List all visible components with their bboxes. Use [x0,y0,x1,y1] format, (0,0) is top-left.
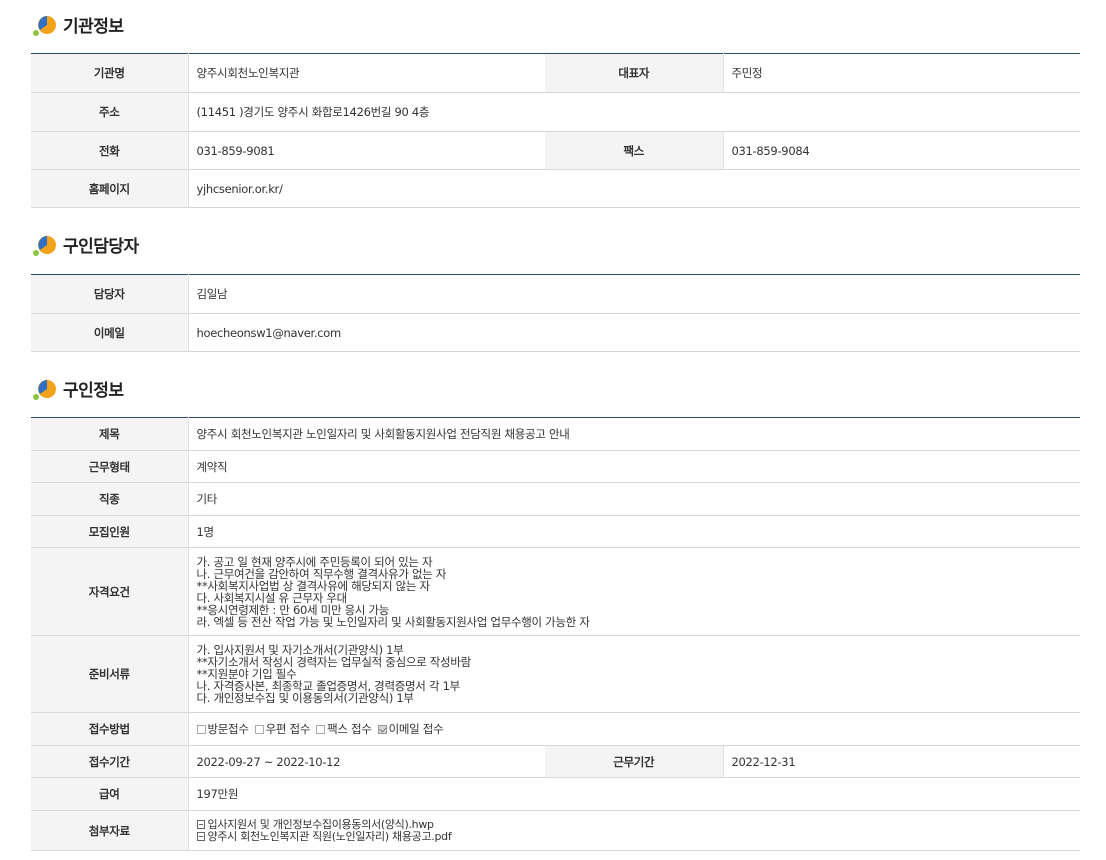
email-value: hoecheonsw1@naver.com [188,313,1080,352]
file-icon [196,820,205,829]
attachments-label: 첨부자료 [31,810,189,851]
requirements-label: 자격요건 [31,547,189,636]
table-row: 접수방법 방문접수 우편 접수 팩스 접수 이메일 접수 [31,712,1081,746]
phone-label: 전화 [31,131,189,170]
fax-label: 팩스 [545,131,724,170]
section-bullet-icon [31,231,57,257]
section-header-contact: 구인담당자 [31,230,139,258]
requirement-line: **응시연령제한 : 만 60세 미만 응시 가능 [196,602,390,617]
section-title: 구인정보 [63,380,124,401]
method-email-option: 이메일 접수 [377,722,444,736]
section-bullet-icon [31,11,57,37]
job-category-label: 직종 [31,482,189,516]
address-value: (11451 )경기도 양주시 화합로1426번길 90 4층 [188,92,1080,132]
homepage-link[interactable]: yjhcsenior.or.kr/ [188,169,1080,208]
table-row: 자격요건 가. 공고 일 현재 양주시에 주민등록이 되어 있는 자 나. 근무… [31,547,1081,636]
documents-label: 준비서류 [31,635,189,713]
salary-value: 197만원 [188,777,1081,811]
checkbox-label: 이메일 접수 [388,722,444,736]
checkbox-post[interactable] [254,725,264,734]
homepage-label: 홈페이지 [31,169,189,208]
method-post-option: 우편 접수 [254,722,311,736]
work-type-value: 계약직 [188,450,1081,483]
job-title-label: 제목 [31,417,189,451]
checkbox-label: 방문접수 [207,722,249,736]
ceo-label: 대표자 [545,53,724,93]
requirements-value: 가. 공고 일 현재 양주시에 주민등록이 되어 있는 자 나. 근무여건을 감… [188,547,1081,636]
document-line: 다. 개인정보수집 및 이용동의서(기관양식) 1부 [196,691,415,705]
section-header-org: 기관정보 [31,10,124,38]
attachment-name: 양주시 회천노인복지관 직원(노인일자리) 채용공고.pdf [207,829,452,843]
job-category-value: 기타 [188,482,1081,516]
table-row: 첨부자료 입사지원서 및 개인정보수집이용동의서(양식).hwp 양주시 회천노… [31,810,1081,851]
period-label: 접수기간 [31,745,189,778]
checkbox-label: 우편 접수 [265,722,311,736]
method-value: 방문접수 우편 접수 팩스 접수 이메일 접수 [188,712,1081,746]
contact-info-table: 담당자 김일남 이메일 hoecheonsw1@naver.com [31,274,1080,352]
requirement-line: 다. 사회복지시설 유 근무자 우대 [196,590,348,605]
requirement-line: 가. 공고 일 현재 양주시에 주민등록이 되어 있는 자 [196,554,433,569]
phone-value: 031-859-9081 [188,131,545,170]
documents-value: 가. 입사지원서 및 자기소개서(기관양식) 1부 **자기소개서 작성시 경력… [188,635,1081,713]
attachment-link[interactable]: 입사지원서 및 개인정보수집이용동의서(양식).hwp [196,817,1073,831]
job-info-table: 제목 양주시 회천노인복지관 노인일자리 및 사회활동지원사업 전담직원 채용공… [31,417,1081,851]
table-row: 준비서류 가. 입사지원서 및 자기소개서(기관양식) 1부 **자기소개서 작… [31,635,1081,713]
table-row: 주소 (11451 )경기도 양주시 화합로1426번길 90 4층 [31,92,1080,132]
manager-label: 담당자 [31,274,189,314]
period-value: 2022-09-27 ~ 2022-10-12 [188,745,545,778]
table-row: 전화 031-859-9081 팩스 031-859-9084 [31,131,1080,170]
checkbox-fax[interactable] [316,725,326,734]
checkbox-label: 팩스 접수 [327,722,372,736]
section-title: 구인담당자 [63,236,139,257]
requirement-line: **사회복지사업법 상 결격사유에 해당되지 않는 자 [196,578,431,593]
org-name-value: 양주시회천노인복지관 [188,53,545,93]
org-info-table: 기관명 양주시회천노인복지관 대표자 주민정 주소 (11451 )경기도 양주… [31,53,1080,208]
method-label: 접수방법 [31,712,189,746]
section-header-job: 구인정보 [31,374,124,402]
attachment-link[interactable]: 양주시 회천노인복지관 직원(노인일자리) 채용공고.pdf [196,829,1073,843]
address-label: 주소 [31,92,189,132]
table-row: 근무형태 계약직 [31,450,1081,483]
requirement-line: 라. 엑셀 등 전산 작업 가능 및 노인일자리 및 사회활동지원사업 업무수행… [196,614,590,629]
table-row: 담당자 김일남 [31,274,1080,314]
table-row: 직종 기타 [31,482,1081,516]
salary-label: 급여 [31,777,189,811]
document-line: **자기소개서 작성시 경력자는 업무실적 중심으로 작성바람 [196,655,472,669]
attachment-name: 입사지원서 및 개인정보수집이용동의서(양식).hwp [207,817,435,831]
method-visit-option: 방문접수 [196,722,249,736]
work-period-label: 근무기간 [545,745,724,778]
work-period-value: 2022-12-31 [723,745,1081,778]
table-row: 급여 197만원 [31,777,1081,811]
table-row: 접수기간 2022-09-27 ~ 2022-10-12 근무기간 2022-1… [31,745,1081,778]
table-row: 기관명 양주시회천노인복지관 대표자 주민정 [31,53,1080,93]
file-icon [196,832,205,841]
attachments-value: 입사지원서 및 개인정보수집이용동의서(양식).hwp 양주시 회천노인복지관 … [188,810,1081,851]
method-fax-option: 팩스 접수 [316,722,372,736]
section-title: 기관정보 [63,16,124,37]
table-row: 이메일 hoecheonsw1@naver.com [31,313,1080,352]
email-label: 이메일 [31,313,189,352]
work-type-label: 근무형태 [31,450,189,483]
table-row: 홈페이지 yjhcsenior.or.kr/ [31,169,1080,208]
table-row: 제목 양주시 회천노인복지관 노인일자리 및 사회활동지원사업 전담직원 채용공… [31,417,1081,451]
section-bullet-icon [31,375,57,401]
manager-value: 김일남 [188,274,1080,314]
headcount-value: 1명 [188,515,1081,548]
job-title-value: 양주시 회천노인복지관 노인일자리 및 사회활동지원사업 전담직원 채용공고 안… [188,417,1081,451]
checkbox-email[interactable] [377,725,387,734]
checkbox-visit[interactable] [196,725,206,734]
table-row: 모집인원 1명 [31,515,1081,548]
headcount-label: 모집인원 [31,515,189,548]
fax-value: 031-859-9084 [723,131,1080,170]
requirement-line: 나. 근무여건을 감안하여 직무수행 결격사유가 없는 자 [196,566,447,581]
ceo-value: 주민정 [723,53,1080,93]
org-name-label: 기관명 [31,53,189,93]
